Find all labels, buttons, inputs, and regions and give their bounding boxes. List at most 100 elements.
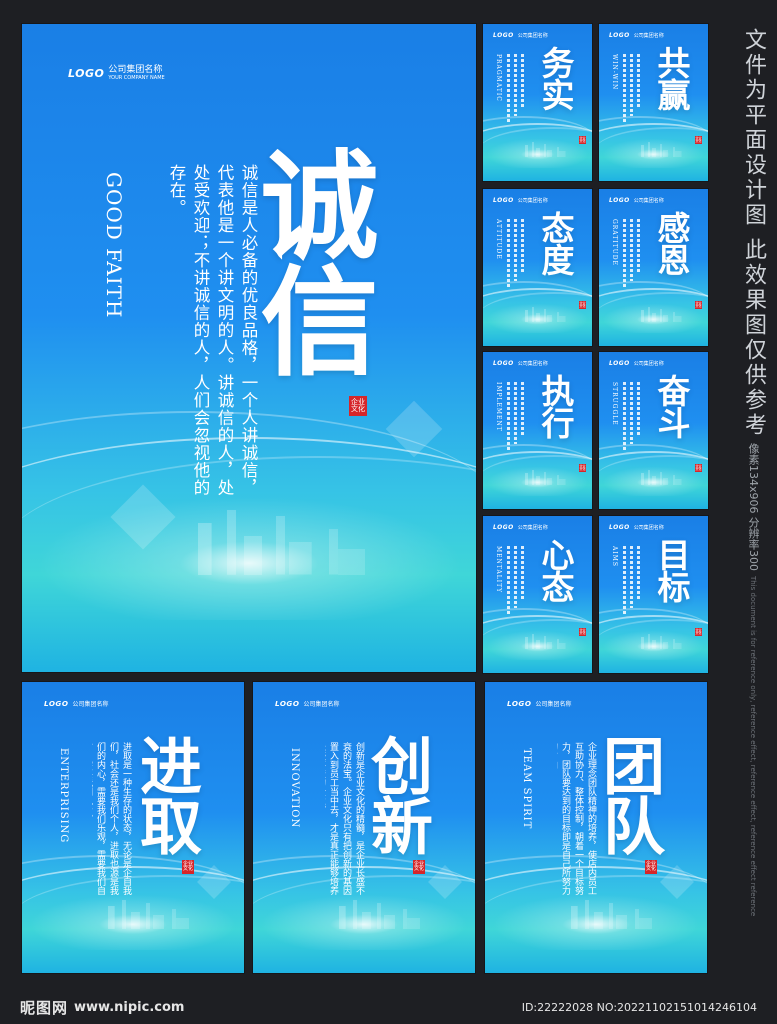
text-lines-decoration	[521, 382, 524, 436]
company-name: 公司集团名称	[633, 525, 664, 531]
logo-mark: LOGO	[493, 197, 514, 204]
company-name-en: YOUR COMPANY NAME	[108, 74, 165, 81]
text-lines-decoration	[637, 382, 640, 436]
city-skyline	[485, 900, 707, 930]
company-name: 公司集团名称	[633, 198, 664, 204]
company-logo: LOGO 公司集团名称	[609, 197, 664, 204]
main-poster-good-faith: LOGO 公司集团名称 YOUR COMPANY NAME 诚信 企业 文化 诚…	[22, 24, 476, 672]
city-skyline	[22, 510, 476, 575]
logo-mark: LOGO	[507, 699, 532, 708]
poster-english: IMPLEMENT	[495, 382, 502, 432]
city-skyline	[599, 633, 708, 650]
text-lines-decoration	[507, 382, 510, 452]
disclaimer-text: 文件为平面设计图 此效果图仅供参考	[741, 28, 766, 438]
text-lines-decoration	[507, 219, 510, 289]
site-name: 昵图网	[20, 998, 69, 1017]
poster-body-text: 进取是一种生存的状态，无论是企自我们，社会还是我们个人，进取也源是我们的内心，需…	[95, 742, 131, 895]
cube-decoration	[110, 484, 176, 550]
culture-seal: 企业 文化	[695, 464, 702, 472]
image-id: ID:22222028 NO:20221102151014246104	[521, 1000, 757, 1014]
small-poster-3: LOGO 公司集团名称 态度 ATTITUDE 企业 文化	[483, 189, 592, 346]
site-url: www.nipic.com	[74, 999, 185, 1015]
city-skyline	[483, 141, 592, 158]
side-disclaimer: 文件为平面设计图 此效果图仅供参考 像素134x906 分辨率300 This …	[729, 28, 769, 916]
company-logo: LOGO 公司集团名称	[609, 360, 664, 367]
culture-seal: 企业 文化	[182, 860, 194, 874]
text-lines-decoration	[521, 54, 524, 108]
poster-title: 执行	[536, 374, 575, 438]
culture-seal: 企业 文化	[579, 464, 586, 472]
company-logo: LOGO 公司集团名称	[44, 699, 108, 708]
text-lines-decoration	[623, 219, 626, 289]
poster-title: 感恩	[652, 211, 691, 275]
text-lines-decoration	[623, 382, 626, 452]
poster-english: INNOVATION	[289, 748, 300, 829]
culture-seal: 企业 文化	[695, 301, 702, 309]
text-lines-decoration	[630, 546, 633, 608]
culture-seal: 企业 文化	[645, 860, 657, 874]
poster-title: 共赢	[652, 46, 691, 110]
company-name: 公司集团名称	[72, 701, 109, 708]
culture-seal: 企业 文化	[579, 301, 586, 309]
logo-mark: LOGO	[609, 197, 630, 204]
wave-decoration	[599, 444, 708, 493]
text-lines-decoration	[623, 54, 626, 124]
logo-mark: LOGO	[493, 32, 514, 39]
text-lines-decoration	[507, 54, 510, 124]
company-name: 公司集团名称	[517, 525, 548, 531]
text-lines-decoration	[514, 219, 517, 281]
wave-decoration	[22, 456, 476, 652]
poster-title: 团队	[592, 734, 665, 854]
poster-body-text: 创新是企业文化的精髓，是企业长盛不衰的法宝。企业文化只有把创新的基因置入到员工当…	[328, 742, 364, 895]
company-logo: LOGO 公司集团名称	[609, 32, 664, 39]
small-poster-6: LOGO 公司集团名称奋斗 STRUGGLE 企业 文化	[599, 352, 708, 509]
text-lines-decoration	[521, 546, 524, 600]
main-english: GOOD FAITH	[102, 172, 126, 319]
main-title: 诚信	[240, 144, 378, 376]
city-skyline	[599, 306, 708, 323]
wave-decoration	[22, 874, 244, 964]
poster-title: 心态	[536, 538, 575, 602]
poster-title: 态度	[536, 211, 575, 275]
poster-title: 奋斗	[652, 374, 691, 438]
city-skyline	[483, 306, 592, 323]
small-poster-5: LOGO 公司集团名称 执行 IMPLEMENT 企业 文化	[483, 352, 592, 509]
poster-english: WIN-WIN	[611, 54, 618, 91]
site-watermark: 昵图网 www.nipic.com	[20, 997, 184, 1018]
text-lines-decoration	[637, 546, 640, 600]
city-skyline	[483, 633, 592, 650]
company-name: 公司集团名称	[633, 361, 664, 367]
wave-decoration	[485, 874, 707, 964]
text-lines-decoration	[521, 219, 524, 273]
text-lines-decoration	[507, 546, 510, 616]
city-skyline	[22, 900, 244, 930]
text-lines-decoration	[637, 219, 640, 273]
poster-english: ENTERPRISING	[58, 748, 69, 844]
poster-title: 进取	[129, 734, 202, 854]
company-logo: LOGO 公司集团名称	[609, 524, 664, 531]
text-lines-decoration	[630, 382, 633, 444]
logo-mark: LOGO	[609, 524, 630, 531]
city-skyline	[253, 900, 475, 930]
logo-mark: LOGO	[275, 699, 300, 708]
culture-seal: 企业 文化	[413, 860, 425, 874]
poster-title: 创新	[360, 734, 433, 854]
logo-mark: LOGO	[44, 699, 69, 708]
logo-mark: LOGO	[493, 524, 514, 531]
company-logo: LOGO 公司集团名称 YOUR COMPANY NAME	[68, 65, 165, 81]
pixel-info: 像素134x906 分辨率300	[747, 443, 760, 572]
disclaimer-english: This document is for reference only, ref…	[749, 576, 757, 917]
text-lines-decoration	[514, 546, 517, 608]
poster-english: GRATITUDE	[611, 219, 618, 266]
bottom-poster-2: LOGO 公司集团名称 创新 创新是企业文化的精髓，是企业长盛不衰的法宝。企业文化只有…	[253, 682, 475, 973]
text-lines-decoration	[637, 54, 640, 108]
culture-seal: 企业 文化	[695, 628, 702, 636]
logo-mark: LOGO	[68, 67, 105, 81]
poster-title: 目标	[652, 538, 691, 602]
poster-english: STRUGGLE	[611, 382, 618, 426]
text-lines-decoration	[630, 219, 633, 281]
wave-decoration	[483, 444, 592, 493]
poster-english: AIMS	[611, 546, 618, 567]
wave-decoration	[483, 116, 592, 165]
wave-decoration	[599, 116, 708, 165]
